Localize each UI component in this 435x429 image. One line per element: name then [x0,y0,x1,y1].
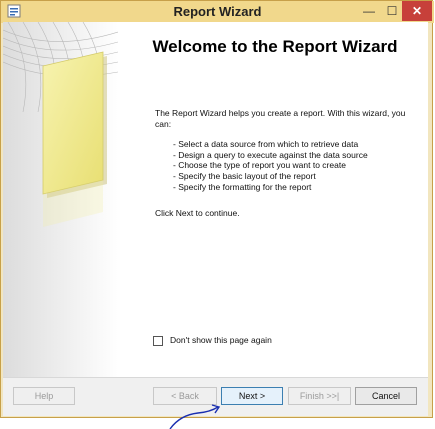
dont-show-again-checkbox[interactable] [153,336,163,346]
list-item: - Choose the type of report you want to … [173,160,346,171]
help-button[interactable]: Help [13,387,75,405]
intro-text: The Report Wizard helps you create a rep… [155,108,406,129]
title-bar[interactable]: Report Wizard — ☐ ✕ [1,1,434,23]
wizard-page: Welcome to the Report Wizard The Report … [3,22,428,377]
list-item: - Specify the basic layout of the report [173,171,316,182]
feature-list: - Select a data source from which to ret… [173,139,423,193]
cancel-button[interactable]: Cancel [355,387,417,405]
list-item: - Specify the formatting for the report [173,181,312,192]
list-item: - Select a data source from which to ret… [173,139,359,149]
wizard-banner-image [3,22,118,377]
page-heading: Welcome to the Report Wizard [152,37,398,56]
minimize-button[interactable]: — [358,1,380,21]
annotation-arrow-icon [169,404,221,429]
finish-button[interactable]: Finish >>| [288,387,351,405]
list-item: - Design a query to execute against the … [173,149,368,160]
dont-show-again-label[interactable]: Don't show this page again [170,335,272,345]
maximize-button[interactable]: ☐ [381,1,403,21]
close-button[interactable]: ✕ [402,1,432,21]
continue-text: Click Next to continue. [155,208,240,218]
